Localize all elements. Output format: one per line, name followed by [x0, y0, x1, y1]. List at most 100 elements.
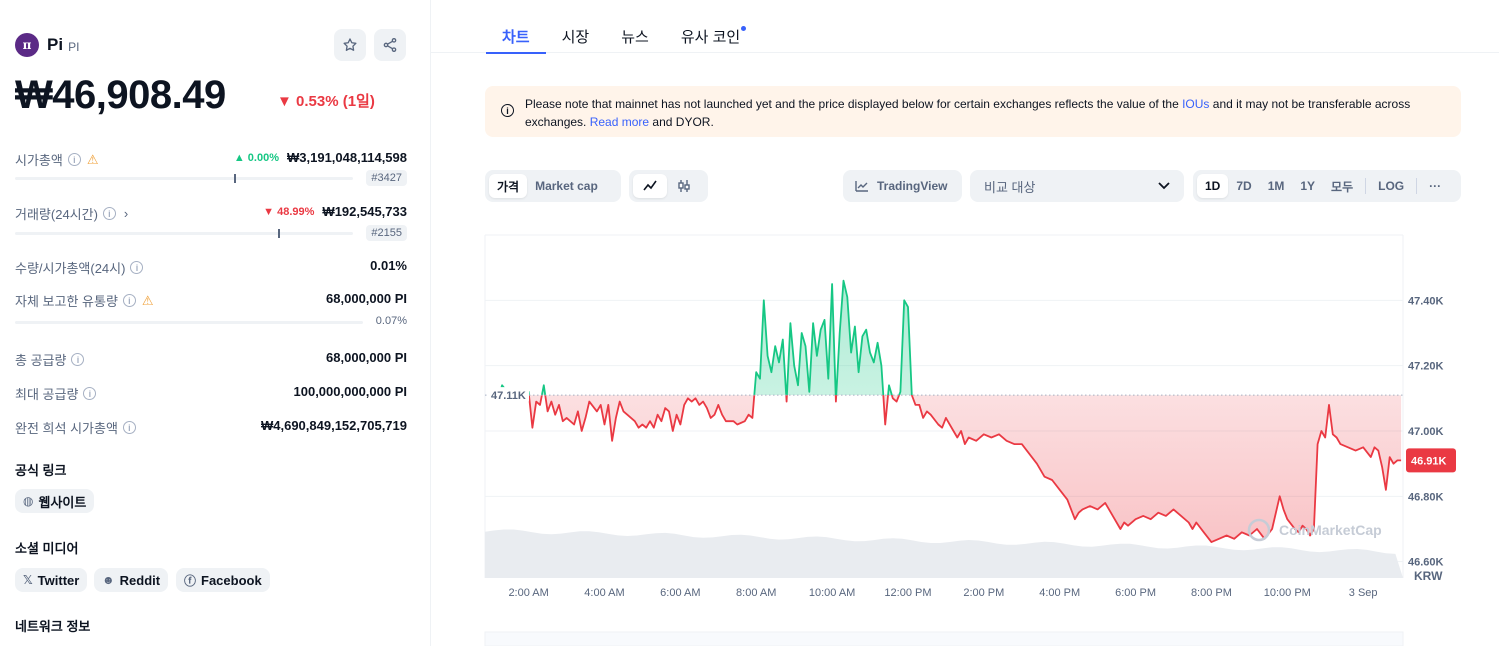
content-tabs: 차트 시장 뉴스 유사 코인: [486, 0, 772, 54]
volume-row: 거래량(24시간) i › ▼ 48.99% ₩192,545,733 #2155: [15, 204, 407, 241]
range-7d[interactable]: 7D: [1228, 174, 1259, 198]
reference-label: 47.11K: [491, 390, 526, 402]
x-tick-label: 3 Sep: [1349, 587, 1378, 599]
more-options-button[interactable]: ···: [1421, 174, 1449, 198]
info-icon[interactable]: i: [130, 261, 144, 274]
chart-metric-toggle: 가격 Market cap: [485, 170, 621, 202]
tab-similar-coins-label: 유사 코인: [680, 29, 741, 46]
x-tick-label: 10:00 AM: [809, 587, 855, 599]
tradingview-inner: TradingView: [847, 174, 955, 198]
watchlist-star-button[interactable]: [334, 29, 366, 61]
pi-logo-icon: π: [15, 33, 39, 57]
range-1d[interactable]: 1D: [1197, 174, 1229, 198]
warning-icon[interactable]: ⚠: [87, 152, 99, 168]
fdv-label: 완전 희석 시가총액: [15, 421, 118, 436]
supply-progress-bar: [15, 321, 363, 324]
x-tick-label: 2:00 PM: [963, 587, 1004, 599]
total-supply-value: 68,000,000 PI: [326, 350, 407, 365]
range-1m[interactable]: 1M: [1260, 174, 1293, 198]
website-label: 웹사이트: [38, 494, 87, 510]
info-icon[interactable]: i: [122, 294, 136, 307]
tab-chart[interactable]: 차트: [486, 0, 546, 54]
reddit-link[interactable]: ☻ Reddit: [94, 568, 169, 592]
warning-icon[interactable]: ⚠: [142, 293, 154, 309]
tradingview-button[interactable]: TradingView: [843, 170, 962, 202]
line-chart-icon: [643, 180, 657, 191]
x-tick-label: 10:00 PM: [1264, 587, 1311, 599]
mainnet-notice: i Please note that mainnet has not launc…: [485, 86, 1461, 137]
facebook-label: Facebook: [201, 572, 262, 588]
y-tick-label: 47.20K: [1408, 361, 1444, 373]
x-tick-label: 2:00 AM: [508, 587, 548, 599]
notice-text-1: Please note that mainnet has not launche…: [525, 97, 1183, 111]
volume-rank-bar: [15, 229, 353, 238]
y-tick-label: 46.80K: [1408, 491, 1444, 503]
coin-stats-panel: π Pi PI ₩46,908.49 ▼ 0.53% (1일) 시가총액 i ⚠ ▲…: [0, 0, 431, 646]
x-twitter-icon: 𝕏: [23, 573, 33, 587]
ious-link[interactable]: IOUs: [1182, 97, 1209, 111]
vol-mcap-row: 수량/시가총액(24시) i 0.01%: [15, 258, 407, 277]
market-cap-rank-bar: [15, 174, 353, 183]
y-tick-label: 46.60K: [1408, 557, 1444, 569]
share-button[interactable]: [374, 29, 406, 61]
tab-market[interactable]: 시장: [562, 0, 590, 53]
market-cap-label: 시가총액: [15, 153, 63, 168]
volume-value: ₩192,545,733: [322, 204, 407, 219]
total-supply-row: 총 공급량 i 68,000,000 PI: [15, 350, 407, 369]
website-link[interactable]: ◍ 웹사이트: [15, 489, 95, 513]
social-media-title: 소셜 미디어: [15, 541, 79, 556]
toolbar-separator: [1416, 178, 1418, 194]
log-scale-toggle[interactable]: LOG: [1370, 174, 1412, 198]
self-supply-value: 68,000,000 PI: [326, 291, 407, 306]
facebook-link[interactable]: ⓕ Facebook: [176, 568, 270, 592]
volume-rank: #2155: [366, 225, 407, 241]
price-chart[interactable]: 46.60K 46.80K 47.00K 47.20K 47.40K 47.11K 46.9…: [483, 230, 1483, 646]
info-icon[interactable]: i: [83, 387, 97, 400]
chart-type-toggle: [629, 170, 708, 202]
volume-label: 거래량(24시간): [15, 207, 98, 222]
rank-marker: [234, 174, 236, 183]
y-tick-label: 47.00K: [1408, 426, 1444, 438]
fdv-row: 완전 희석 시가총액 i ₩4,690,849,152,705,719: [15, 418, 407, 437]
price-toggle[interactable]: 가격: [489, 174, 528, 198]
trend-icon: [855, 181, 868, 192]
self-reported-supply-row: 자체 보고한 유통량 i ⚠ 68,000,000 PI 0.07%: [15, 291, 407, 327]
info-icon[interactable]: i: [67, 153, 81, 166]
x-tick-label: 4:00 AM: [584, 587, 624, 599]
x-tick-label: 6:00 AM: [660, 587, 700, 599]
coinmarketcap-watermark: CoinMarketCap: [1279, 522, 1382, 538]
volume-change: ▼ 48.99%: [263, 205, 315, 218]
market-cap-toggle[interactable]: Market cap: [527, 174, 606, 198]
info-icon[interactable]: i: [71, 353, 85, 366]
current-price-label: 46.91K: [1411, 455, 1447, 467]
notice-text-3: and DYOR.: [649, 115, 714, 129]
new-indicator-dot: [741, 26, 747, 31]
self-supply-pct: 0.07%: [375, 315, 407, 327]
line-chart-button[interactable]: [633, 174, 667, 198]
info-icon[interactable]: i: [122, 421, 136, 434]
twitter-link[interactable]: 𝕏 Twitter: [15, 568, 88, 592]
range-all[interactable]: 모두: [1323, 174, 1361, 198]
total-supply-label: 총 공급량: [15, 353, 67, 368]
price-change-24h: ▼ 0.53% (1일): [277, 93, 375, 110]
currency-label: KRW: [1414, 569, 1443, 583]
tab-news[interactable]: 뉴스: [621, 0, 649, 53]
network-info-title: 네트워크 정보: [15, 619, 91, 634]
compare-select[interactable]: 비교 대상: [970, 170, 1184, 202]
market-cap-value: ₩3,191,048,114,598: [287, 150, 407, 165]
candlestick-button[interactable]: [667, 174, 701, 198]
range-1y[interactable]: 1Y: [1292, 174, 1323, 198]
tab-similar-coins[interactable]: 유사 코인: [680, 0, 747, 53]
coin-header: π Pi PI: [15, 33, 79, 57]
compare-select-label: 비교 대상: [984, 179, 1036, 195]
facebook-icon: ⓕ: [184, 573, 197, 588]
chevron-right-icon[interactable]: ›: [124, 206, 128, 221]
market-cap-change: ▲ 0.00%: [233, 151, 279, 164]
info-icon[interactable]: i: [102, 207, 116, 220]
read-more-link[interactable]: Read more: [590, 115, 649, 129]
tradingview-label: TradingView: [877, 179, 948, 193]
max-supply-value: 100,000,000,000 PI: [293, 384, 408, 399]
x-tick-label: 8:00 AM: [736, 587, 776, 599]
star-icon: [343, 38, 357, 51]
coin-name: Pi: [47, 35, 64, 54]
